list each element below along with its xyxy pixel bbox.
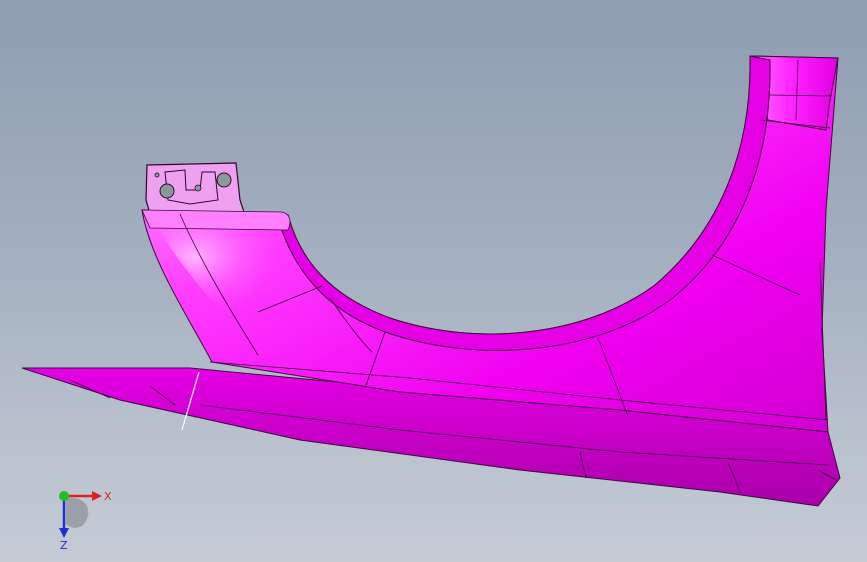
bracket-hole-tiny[interactable] [154,172,160,178]
bracket-hole-right[interactable] [216,172,232,188]
fender-model[interactable] [0,0,867,562]
bracket-hole-left[interactable] [159,183,175,199]
x-axis-label: X [104,490,112,503]
fender-top-lip[interactable] [141,209,291,231]
y-axis-dot [59,491,69,501]
z-axis-label: Z [60,539,68,550]
graphics-viewport[interactable]: X Z [0,0,867,562]
x-axis-arrow [92,491,102,501]
z-axis-arrow [59,528,69,538]
triad-shadow [66,497,89,528]
bracket-hole-small[interactable] [194,184,202,192]
axis-triad: X Z [59,490,112,550]
